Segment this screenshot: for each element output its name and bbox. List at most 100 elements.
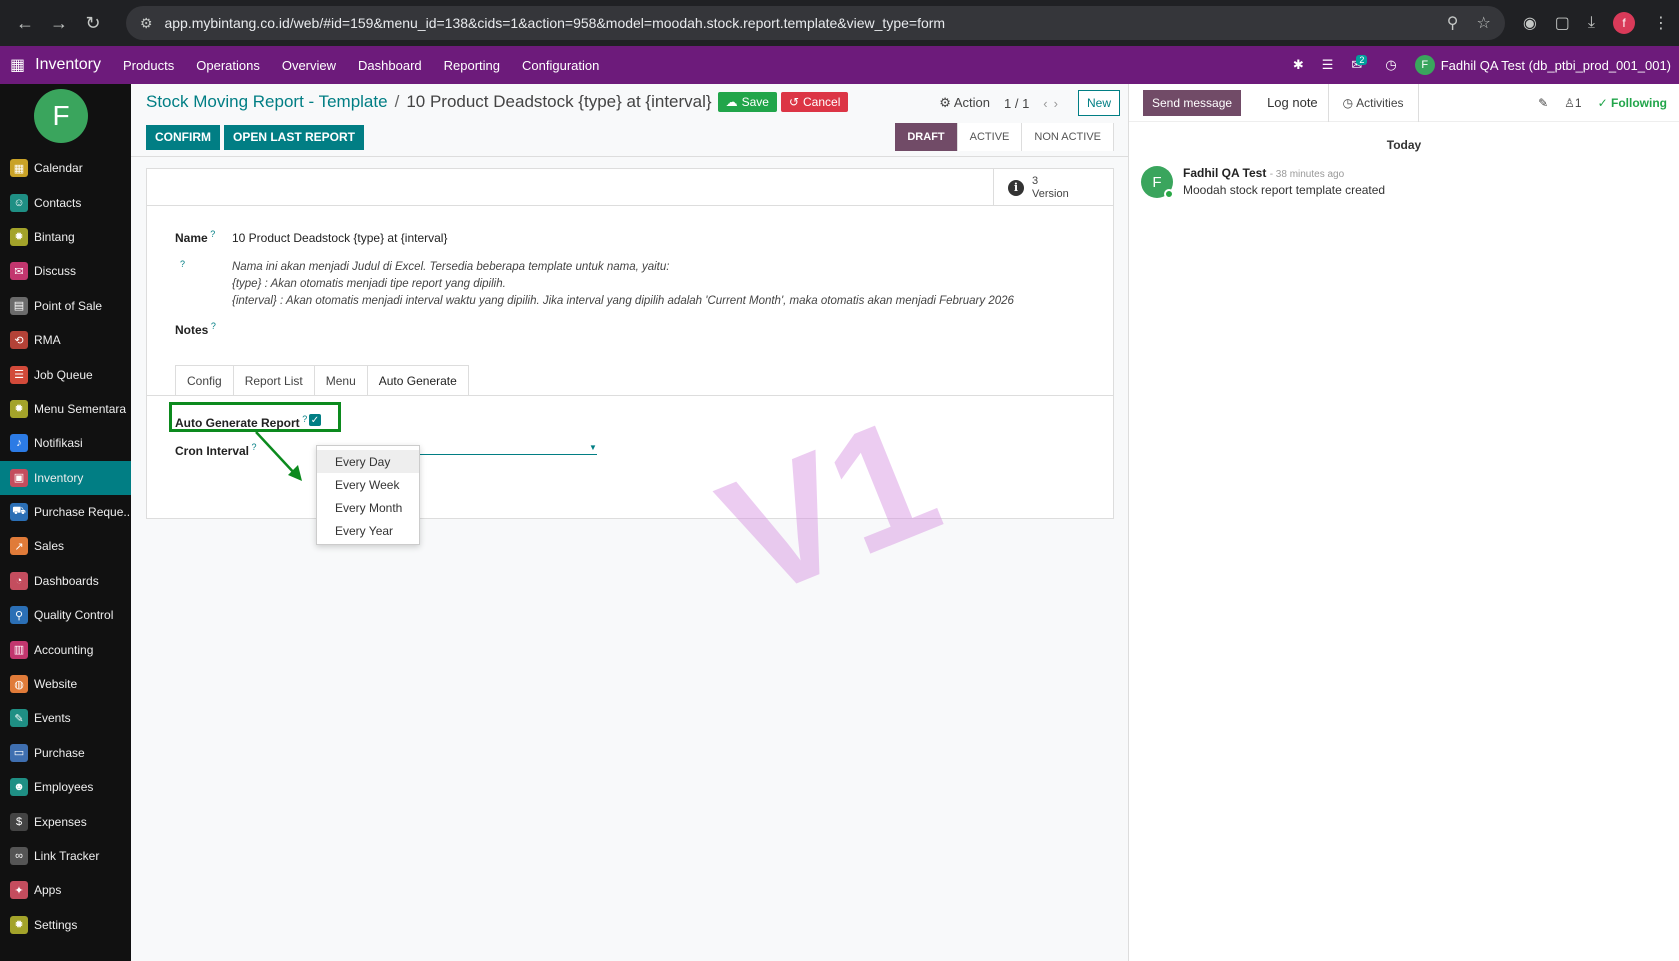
- tab-report-list[interactable]: Report List: [232, 365, 315, 395]
- tab-menu[interactable]: Menu: [313, 365, 368, 395]
- extensions-puzzle-icon[interactable]: ▢: [1555, 13, 1570, 33]
- forward-icon[interactable]: →: [44, 8, 74, 38]
- action-button[interactable]: ⚙ Action: [939, 95, 990, 111]
- sidebar-item-calendar[interactable]: ▦ Calendar: [0, 151, 131, 185]
- chatter-topbar: Send message Log note ◷ Activities ✎ ♙1 ✓…: [1129, 83, 1679, 122]
- following-button[interactable]: ✓ Following: [1598, 96, 1667, 110]
- url-text[interactable]: app.mybintang.co.id/web/#id=159&menu_id=…: [164, 15, 1428, 31]
- reload-icon[interactable]: ↻: [78, 8, 108, 38]
- bookmark-star-icon[interactable]: ☆: [1476, 13, 1490, 33]
- app-grid-icon[interactable]: ▦: [10, 55, 25, 75]
- stage-active[interactable]: ACTIVE: [957, 123, 1023, 151]
- chevron-left-icon[interactable]: ‹: [1043, 96, 1053, 111]
- sidebar-item-label: Settings: [34, 917, 78, 932]
- help-tooltip-icon[interactable]: ?: [208, 321, 216, 331]
- activities-button[interactable]: ◷ Activities: [1329, 83, 1419, 122]
- menu-overview[interactable]: Overview: [282, 58, 336, 73]
- sidebar-item-accounting[interactable]: ▥ Accounting: [0, 632, 131, 666]
- messages-icon[interactable]: ✉2: [1351, 55, 1368, 73]
- breadcrumb-parent[interactable]: Stock Moving Report - Template: [146, 92, 388, 112]
- open-last-report-button[interactable]: OPEN LAST REPORT: [224, 124, 365, 150]
- sidebar-item-label: Events: [34, 711, 71, 726]
- address-bar[interactable]: ⚙ app.mybintang.co.id/web/#id=159&menu_i…: [125, 6, 1505, 40]
- zoom-icon[interactable]: ⚲: [1447, 13, 1459, 33]
- sidebar-item-employees[interactable]: ☻ Employees: [0, 770, 131, 804]
- sidebar-item-contacts[interactable]: ☺ Contacts: [0, 185, 131, 219]
- debug-bug-icon[interactable]: ✱: [1293, 57, 1304, 73]
- sidebar-item-link-tracker[interactable]: ∞ Link Tracker: [0, 839, 131, 873]
- quality-icon: ⚲: [10, 606, 28, 625]
- sidebar-item-label: Quality Control: [34, 608, 114, 623]
- sidebar-item-dashboards[interactable]: ◔ Dashboards: [0, 564, 131, 598]
- log-note-button[interactable]: Log note: [1257, 83, 1329, 122]
- new-button[interactable]: New: [1077, 90, 1120, 116]
- option-every-year[interactable]: Every Year: [317, 519, 419, 542]
- online-status-dot: [1164, 189, 1174, 199]
- sidebar-item-apps[interactable]: ✦ Apps: [0, 873, 131, 907]
- list-menu-icon[interactable]: ☰: [1322, 57, 1334, 73]
- help-tooltip-icon[interactable]: ?: [208, 229, 215, 239]
- sidebar-item-label: Calendar: [34, 161, 83, 176]
- stage-non-active[interactable]: NON ACTIVE: [1022, 123, 1114, 151]
- caret-down-icon[interactable]: ▼: [589, 443, 597, 452]
- followers-button[interactable]: ♙1: [1564, 96, 1581, 110]
- sidebar-item-menu-sementara[interactable]: ✹ Menu Sementara: [0, 392, 131, 426]
- cancel-button[interactable]: ↺ Cancel: [780, 92, 849, 112]
- sidebar-item-point-of-sale[interactable]: ▤ Point of Sale: [0, 289, 131, 323]
- message-author[interactable]: Fadhil QA Test: [1183, 166, 1266, 180]
- option-every-day[interactable]: Every Day: [317, 450, 419, 473]
- sidebar-item-notifikasi[interactable]: ♪ Notifikasi: [0, 426, 131, 460]
- sidebar-item-discuss[interactable]: ✉ Discuss: [0, 254, 131, 288]
- sidebar-item-events[interactable]: ✎ Events: [0, 701, 131, 735]
- menu-products[interactable]: Products: [123, 58, 174, 73]
- button-box: i 3 Version: [147, 169, 1113, 206]
- option-every-week[interactable]: Every Week: [317, 473, 419, 496]
- sidebar-item-inventory[interactable]: ▣ Inventory: [0, 460, 131, 495]
- sidebar-item-expenses[interactable]: $ Expenses: [0, 804, 131, 838]
- extension-icon[interactable]: ◉: [1523, 13, 1537, 33]
- download-icon[interactable]: ⤓: [1588, 14, 1595, 32]
- save-button[interactable]: ☁ Save: [717, 92, 777, 112]
- auto-generate-checkbox[interactable]: ✓: [309, 414, 321, 426]
- help-tooltip-icon[interactable]: ?: [180, 259, 185, 269]
- app-name[interactable]: Inventory: [35, 56, 101, 74]
- dashboard-icon: ◔: [10, 571, 28, 590]
- sidebar-item-website[interactable]: ◍ Website: [0, 667, 131, 701]
- sidebar-item-sales[interactable]: ↗ Sales: [0, 529, 131, 563]
- sidebar-item-rma[interactable]: ⟲ RMA: [0, 323, 131, 357]
- tab-config[interactable]: Config: [175, 365, 234, 395]
- menu-reporting[interactable]: Reporting: [444, 58, 500, 73]
- sidebar-item-job-queue[interactable]: ☰ Job Queue: [0, 357, 131, 391]
- menu-operations[interactable]: Operations: [196, 58, 260, 73]
- pager-arrows[interactable]: ‹›: [1043, 96, 1064, 111]
- sidebar-item-bintang[interactable]: ✹ Bintang: [0, 220, 131, 254]
- option-every-month[interactable]: Every Month: [317, 496, 419, 519]
- tab-auto-generate[interactable]: Auto Generate: [366, 365, 469, 395]
- name-field[interactable]: 10 Product Deadstock {type} at {interval…: [232, 231, 447, 245]
- sidebar-avatar[interactable]: F: [34, 89, 88, 143]
- browser-menu-icon[interactable]: ⋮: [1653, 13, 1669, 33]
- menu-dashboard[interactable]: Dashboard: [358, 58, 422, 73]
- sidebar-item-purchase-reque[interactable]: ⛟ Purchase Reque...: [0, 495, 131, 529]
- pager-value[interactable]: 1 / 1: [1004, 96, 1029, 111]
- back-icon[interactable]: ←: [10, 8, 40, 38]
- chevron-right-icon[interactable]: ›: [1054, 96, 1064, 111]
- menu-configuration[interactable]: Configuration: [522, 58, 599, 73]
- help-tooltip-icon[interactable]: ?: [300, 414, 307, 424]
- version-smart-button[interactable]: i 3 Version: [993, 169, 1113, 206]
- send-message-button[interactable]: Send message: [1143, 89, 1242, 116]
- sidebar-item-settings[interactable]: ✹ Settings: [0, 908, 131, 942]
- stage-draft[interactable]: DRAFT: [895, 123, 958, 151]
- message-body: Moodah stock report template created: [1183, 183, 1386, 197]
- paperclip-icon[interactable]: ✎: [1538, 96, 1548, 110]
- message-avatar[interactable]: F: [1141, 166, 1174, 199]
- sidebar-item-quality-control[interactable]: ⚲ Quality Control: [0, 598, 131, 632]
- activity-clock-icon[interactable]: ◷: [1385, 57, 1396, 73]
- sidebar-item-purchase[interactable]: ▭ Purchase: [0, 736, 131, 770]
- sidebar-item-label: RMA: [34, 333, 61, 348]
- cron-label-text: Cron Interval: [175, 444, 250, 458]
- confirm-button[interactable]: CONFIRM: [146, 124, 220, 150]
- site-settings-icon[interactable]: ⚙: [140, 15, 153, 32]
- browser-profile-avatar[interactable]: f: [1612, 12, 1635, 34]
- user-menu[interactable]: F Fadhil QA Test (db_ptbi_prod_001_001): [1414, 55, 1671, 75]
